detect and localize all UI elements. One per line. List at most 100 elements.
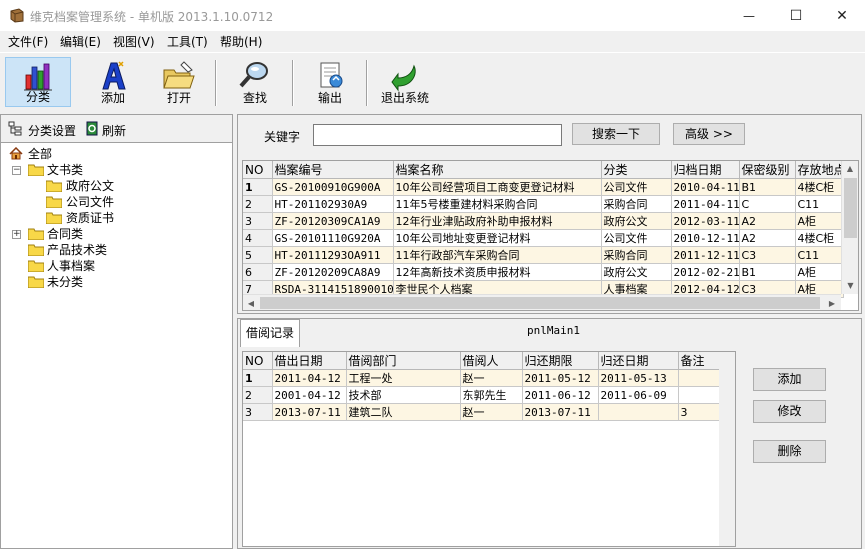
tree-node-contracts[interactable]: 合同类 [47,226,83,242]
borrow-row-number: 1 [243,369,273,387]
tree-expander[interactable]: + [12,230,21,239]
find-label: 查找 [242,91,267,105]
archive-row-number: 6 [243,263,273,281]
find-button[interactable]: 查找 [222,57,288,107]
search-button[interactable]: 搜索一下 [572,123,660,145]
borrow-table-row[interactable]: 1 2011-04-12 工程一处 赵一 2011-05-12 2011-05-13 [243,369,735,387]
archive-column-header[interactable]: 档案编号 [272,161,394,179]
scroll-down-icon[interactable]: ▼ [842,278,858,294]
archive-row-number: 3 [243,212,273,230]
archive-cell: 2010-04-11 [671,178,740,196]
archive-column-header[interactable]: 存放地点 [795,161,844,179]
maximize-button[interactable]: ☐ [773,0,819,31]
archive-cell: 11年5号楼重建材料采购合同 [393,195,602,213]
archive-cell: B1 [739,178,796,196]
tree-node-product-tech[interactable]: 产品技术类 [47,242,107,258]
archive-column-header[interactable]: 保密级别 [739,161,796,179]
open-button[interactable]: 打开 [146,57,212,107]
archive-table-row[interactable]: 3 ZF-20120309CA1A9 12年行业津贴政府补助申报材料 政府公文 2012… [243,212,844,230]
archive-grid-vscroll[interactable]: ▲ ▼ [841,161,858,294]
tab-borrow-records[interactable]: 借阅记录 [240,319,300,347]
tree-node-hr[interactable]: 人事档案 [47,258,95,274]
borrow-cell: 赵一 [460,369,523,387]
add-button[interactable]: 添加 [80,57,146,107]
scroll-thumb[interactable] [844,178,857,238]
archive-cell: A2 [739,212,796,230]
borrow-cell: 2011-06-12 [522,386,599,404]
borrow-delete-button[interactable]: 删除 [753,440,826,463]
scroll-up-icon[interactable]: ▲ [842,161,858,177]
borrow-cell: 东郭先生 [460,386,523,404]
folder-icon [45,212,63,227]
keyword-input[interactable] [313,124,562,146]
archive-column-header[interactable]: 归档日期 [671,161,740,179]
tree-node-certificates[interactable]: 资质证书 [66,210,114,226]
toolbar-separator [215,60,217,106]
borrow-cell: 工程一处 [346,369,461,387]
borrow-column-header[interactable]: 借阅部门 [346,352,461,370]
refresh-icon[interactable] [85,121,99,136]
menu-view[interactable]: 视图(V) [113,33,155,50]
archive-cell: 公司文件 [601,178,672,196]
tree-node-all[interactable]: 全部 [28,146,52,162]
borrow-edit-button[interactable]: 修改 [753,400,826,423]
toolbar-separator [366,60,368,106]
tree-node-government[interactable]: 政府公文 [66,178,114,194]
tree-node-documents[interactable]: 文书类 [47,162,83,178]
category-panel [0,114,233,549]
menu-help[interactable]: 帮助(H) [220,33,262,50]
borrow-column-header[interactable]: 归还日期 [598,352,679,370]
archive-grid-hscroll[interactable]: ◀ ▶ [243,294,841,310]
archive-cell: C [739,195,796,213]
archive-cell: 2012-03-11 [671,212,740,230]
borrow-column-header[interactable]: 借出日期 [272,352,347,370]
panel-label: pnlMain1 [527,324,580,337]
archive-table-row[interactable]: 6 ZF-20120209CA8A9 12年高新技术资质申报材料 政府公文 2012-0… [243,263,844,281]
archive-cell: 11年行政部汽车采购合同 [393,246,602,264]
close-button[interactable]: ✕ [819,0,865,31]
tree-node-uncategorized[interactable]: 未分类 [47,274,83,290]
scroll-left-icon[interactable]: ◀ [243,295,259,310]
category-settings-label[interactable]: 分类设置 [28,122,76,139]
borrow-row-number: 3 [243,403,273,421]
minimize-button[interactable]: — [726,0,772,31]
open-folder-icon [163,61,195,89]
classify-label: 分类 [25,90,50,104]
archive-cell: GS-20101110G920A [272,229,394,247]
borrow-column-header[interactable]: NO [243,352,273,370]
archive-grid[interactable]: NO 档案编号 档案名称 分类 归档日期 保密级别 存放地点 1 GS-20100910G90… [242,160,859,311]
borrow-table-row[interactable]: 3 2013-07-11 建筑二队 赵一 2013-07-11 3 [243,403,735,421]
borrow-column-header[interactable]: 归还期限 [522,352,599,370]
archive-cell: 2010-12-11 [671,229,740,247]
menu-edit[interactable]: 编辑(E) [60,33,101,50]
archive-column-header[interactable]: 档案名称 [393,161,602,179]
refresh-label[interactable]: 刷新 [102,122,126,139]
archive-table-row[interactable]: 4 GS-20101110G920A 10年公司地址变更登记材料 公司文件 2010-1… [243,229,844,247]
exit-button[interactable]: 退出系统 [372,57,438,107]
tree-node-company[interactable]: 公司文件 [66,194,114,210]
scroll-thumb[interactable] [260,297,820,309]
folder-icon [45,196,63,211]
archive-table-row[interactable]: 2 HT-201102930A9 11年5号楼重建材料采购合同 采购合同 2011-04… [243,195,844,213]
archive-table-row[interactable]: 1 GS-20100910G900A 10年公司经营项目工商变更登记材料 公司文件 20… [243,178,844,196]
tree-expander[interactable]: − [12,166,21,175]
borrow-add-button[interactable]: 添加 [753,368,826,391]
archive-cell: 12年行业津贴政府补助申报材料 [393,212,602,230]
advanced-button[interactable]: 高级 >> [673,123,745,145]
archive-cell: 政府公文 [601,263,672,281]
tree-settings-icon[interactable] [8,121,23,136]
archive-column-header[interactable]: NO [243,161,273,179]
scroll-right-icon[interactable]: ▶ [824,295,840,310]
archive-cell: 10年公司经营项目工商变更登记材料 [393,178,602,196]
archive-table-row[interactable]: 5 HT-20111293OA911 11年行政部汽车采购合同 采购合同 2011-12… [243,246,844,264]
classify-button[interactable]: 分类 [5,57,71,107]
menu-file[interactable]: 文件(F) [8,33,48,50]
borrow-column-header[interactable]: 借阅人 [460,352,523,370]
archive-column-header[interactable]: 分类 [601,161,672,179]
menu-tools[interactable]: 工具(T) [167,33,208,50]
borrow-table-row[interactable]: 2 2001-04-12 技术部 东郭先生 2011-06-12 2011-06-09 [243,386,735,404]
archive-cell: A2 [739,229,796,247]
archive-row-number: 5 [243,246,273,264]
borrow-grid[interactable]: NO 借出日期 借阅部门 借阅人 归还期限 归还日期 备注 1 2011-04-12 工程一处赵… [242,351,736,547]
export-button[interactable]: 输出 [297,57,363,107]
